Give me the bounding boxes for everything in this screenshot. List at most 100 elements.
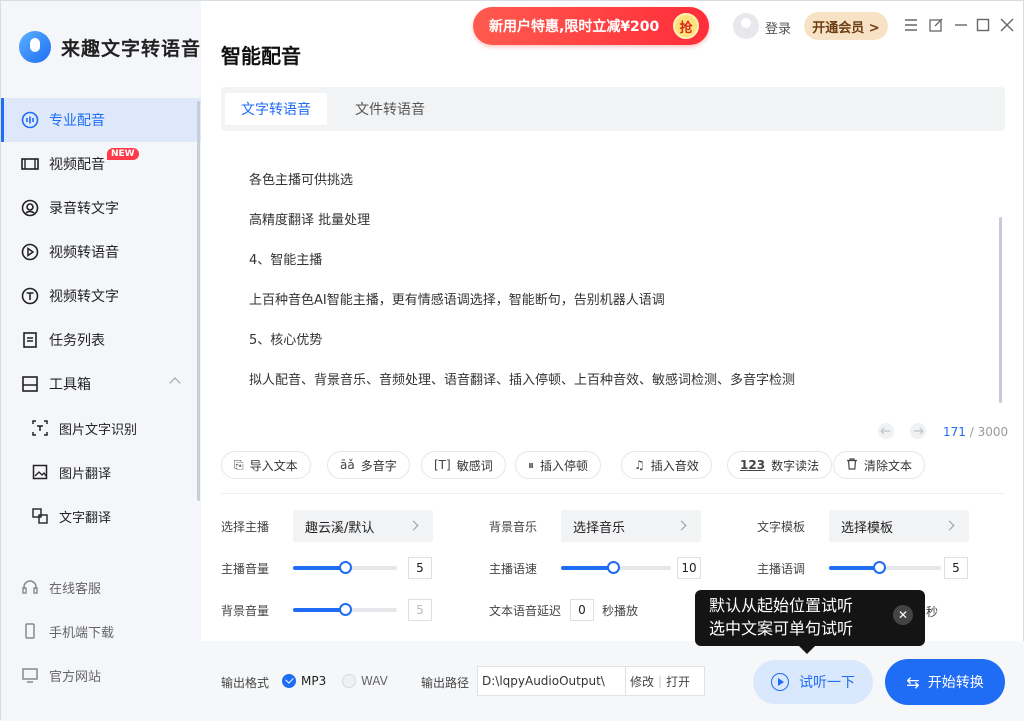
clear-text-button[interactable]: 清除文本: [833, 451, 926, 479]
slider-fill: [561, 566, 613, 570]
task-list-icon: [21, 331, 39, 349]
bg-volume-slider[interactable]: [293, 603, 397, 616]
vip-button[interactable]: 开通会员 >: [804, 12, 888, 40]
translate-icon: [31, 507, 49, 525]
template-value: 选择模板: [841, 520, 894, 536]
slider-fill: [293, 608, 345, 612]
tool-label: 敏感词: [456, 458, 493, 473]
tab-text-to-speech[interactable]: 文字转语音: [225, 93, 327, 125]
promo-grab-badge[interactable]: 抢: [673, 13, 699, 39]
delay-input[interactable]: 0: [570, 599, 594, 621]
sidebar-scrollbar[interactable]: [197, 101, 200, 501]
listen-button[interactable]: 试听一下: [753, 660, 873, 704]
undo-icon[interactable]: [875, 422, 897, 440]
insert-sound-effect-button[interactable]: ♫ 插入音效: [621, 451, 712, 479]
sidebar-item-toolbox[interactable]: 工具箱: [1, 362, 201, 406]
speed-slider[interactable]: [561, 561, 671, 574]
wav-radio[interactable]: [342, 674, 356, 688]
login-link[interactable]: 登录: [765, 18, 791, 37]
slider-knob[interactable]: [873, 561, 887, 574]
sidebar-nav: 专业配音 视频配音 NEW 录音转文字 视频转语音 视频转文字 任务列表 工具箱…: [1, 98, 201, 538]
polyphone-button[interactable]: āǎ 多音字: [327, 451, 410, 479]
avatar[interactable]: [733, 13, 759, 39]
promo-text: 新用户特惠,限时立减¥200: [489, 19, 660, 35]
listen-label: 试听一下: [799, 675, 855, 691]
slider-knob[interactable]: [606, 561, 620, 574]
template-select[interactable]: 选择模板: [829, 510, 969, 542]
sidebar-link-label: 在线客服: [49, 581, 102, 597]
start-convert-button[interactable]: ⇆ 开始转换: [885, 659, 1005, 705]
editor-line: 拟人配音、背景音乐、音频处理、语音翻译、插入停顿、上百种音效、敏感词检测、多音字…: [249, 373, 796, 388]
sidebar-item-pro-dubbing[interactable]: 专业配音: [1, 98, 201, 142]
slider-knob[interactable]: [339, 561, 352, 574]
close-icon[interactable]: [999, 17, 1015, 33]
text-editor[interactable]: 各色主播可供挑选 高精度翻译 批量处理 4、智能主播 上百种音色AI智能主播，更…: [221, 141, 1005, 441]
import-text-button[interactable]: ⎘ 导入文本: [221, 451, 311, 479]
anchor-value: 趣云溪/默认: [305, 520, 375, 536]
tab-file-to-speech[interactable]: 文件转语音: [339, 93, 441, 125]
mp3-radio[interactable]: [282, 674, 296, 688]
sidebar-item-video-dubbing[interactable]: 视频配音 NEW: [1, 142, 201, 186]
sidebar-item-label: 任务列表: [49, 333, 105, 349]
sidebar-link-mobile[interactable]: 手机端下载: [1, 609, 201, 653]
editor-line: 上百种音色AI智能主播，更有情感语调选择，智能断句，告别机器人语调: [249, 293, 665, 308]
swap-icon: ⇆: [906, 672, 920, 692]
trash-icon: [846, 457, 858, 473]
insert-pause-button[interactable]: ⏸ 插入停顿: [515, 451, 602, 479]
open-path-button[interactable]: 打开: [662, 673, 694, 690]
new-badge: NEW: [107, 148, 139, 160]
anchor-volume-input[interactable]: 5: [408, 557, 432, 579]
pitch-slider[interactable]: [829, 561, 941, 574]
anchor-volume-label: 主播音量: [221, 562, 270, 576]
template-label: 文字模板: [757, 520, 806, 534]
sidebar-link-support[interactable]: 在线客服: [1, 565, 201, 609]
sidebar-item-label: 专业配音: [49, 113, 105, 129]
record-icon: [21, 199, 39, 217]
pitch-label: 主播语调: [757, 562, 806, 576]
output-path-value[interactable]: D:\lqpyAudioOutput\: [478, 667, 626, 695]
sidebar-item-video-to-voice[interactable]: 视频转语音: [1, 230, 201, 274]
tooltip-close-icon[interactable]: ✕: [893, 605, 913, 625]
sidebar-item-ocr[interactable]: 图片文字识别: [1, 406, 201, 450]
anchor-select[interactable]: 趣云溪/默认: [293, 510, 433, 542]
menu-icon[interactable]: [903, 17, 919, 33]
sidebar-item-record-to-text[interactable]: 录音转文字: [1, 186, 201, 230]
sidebar-item-label: 图片翻译: [59, 466, 112, 482]
sidebar-item-image-translate[interactable]: 图片翻译: [1, 450, 201, 494]
anchor-volume-slider[interactable]: [293, 561, 397, 574]
editor-line: 4、智能主播: [249, 253, 323, 268]
sidebar-item-video-to-text[interactable]: 视频转文字: [1, 274, 201, 318]
monitor-icon: [21, 666, 39, 684]
tool-label: 导入文本: [249, 458, 298, 473]
sensitive-words-button[interactable]: [T] 敏感词: [421, 451, 506, 479]
editor-scrollbar[interactable]: [999, 217, 1002, 403]
listen-tooltip: 默认从起始位置试听 选中文案可单句试听: [695, 590, 925, 654]
promo-banner[interactable]: 新用户特惠,限时立减¥200 抢: [473, 7, 709, 45]
wav-label[interactable]: WAV: [361, 674, 388, 688]
bg-volume-input[interactable]: 5: [408, 599, 432, 621]
feedback-icon[interactable]: [928, 17, 944, 33]
sidebar-item-label: 视频转语音: [49, 245, 119, 261]
sidebar-item-text-translate[interactable]: 文字翻译: [1, 494, 201, 538]
char-counter: 171 / 3000: [943, 425, 1008, 439]
maximize-icon[interactable]: [975, 17, 991, 33]
chevron-up-icon[interactable]: [169, 377, 181, 389]
page-title: 智能配音: [221, 44, 301, 68]
speed-input[interactable]: 10: [677, 557, 701, 579]
minimize-icon[interactable]: [953, 17, 969, 33]
delay-unit: 秒播放: [602, 604, 639, 618]
output-path-field[interactable]: D:\lqpyAudioOutput\ 修改 | 打开: [477, 666, 705, 696]
redo-icon[interactable]: [907, 422, 929, 440]
tool-label: 清除文本: [864, 458, 913, 473]
sidebar: 来趣文字转语音 专业配音 视频配音 NEW 录音转文字 视频转语音 视频转文字 …: [1, 1, 201, 721]
sidebar-item-label: 视频配音: [49, 157, 105, 173]
sidebar-item-task-list[interactable]: 任务列表: [1, 318, 201, 362]
app-name: 来趣文字转语音: [61, 37, 202, 60]
mp3-label[interactable]: MP3: [301, 674, 326, 688]
number-reading-button[interactable]: 123 数字读法: [727, 451, 833, 479]
pitch-input[interactable]: 5: [944, 557, 968, 579]
bgm-select[interactable]: 选择音乐: [561, 510, 701, 542]
modify-path-button[interactable]: 修改: [626, 673, 658, 690]
slider-knob[interactable]: [339, 603, 352, 616]
sidebar-link-website[interactable]: 官方网站: [1, 653, 201, 697]
